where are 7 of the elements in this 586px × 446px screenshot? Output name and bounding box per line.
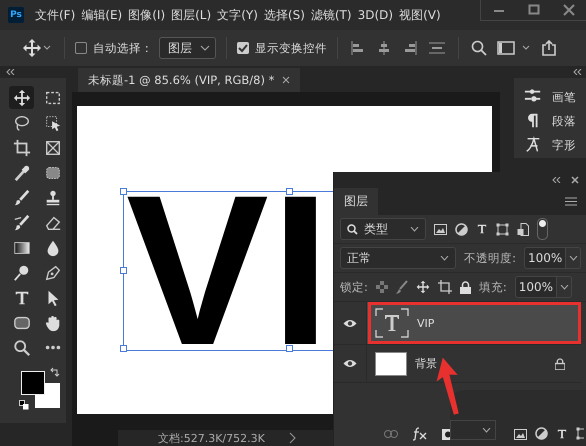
layer-name: 背景 bbox=[415, 356, 437, 371]
auto-select-label: 自动选择： bbox=[93, 40, 153, 56]
opacity-label: 不透明度: bbox=[464, 250, 516, 266]
document-size-text: 文档:527.3K/752.3K bbox=[158, 430, 265, 446]
fill-label: 填充: bbox=[478, 280, 507, 294]
layer-name: VIP bbox=[417, 316, 434, 330]
show-transform-label: 显示变换控件 bbox=[255, 40, 327, 56]
